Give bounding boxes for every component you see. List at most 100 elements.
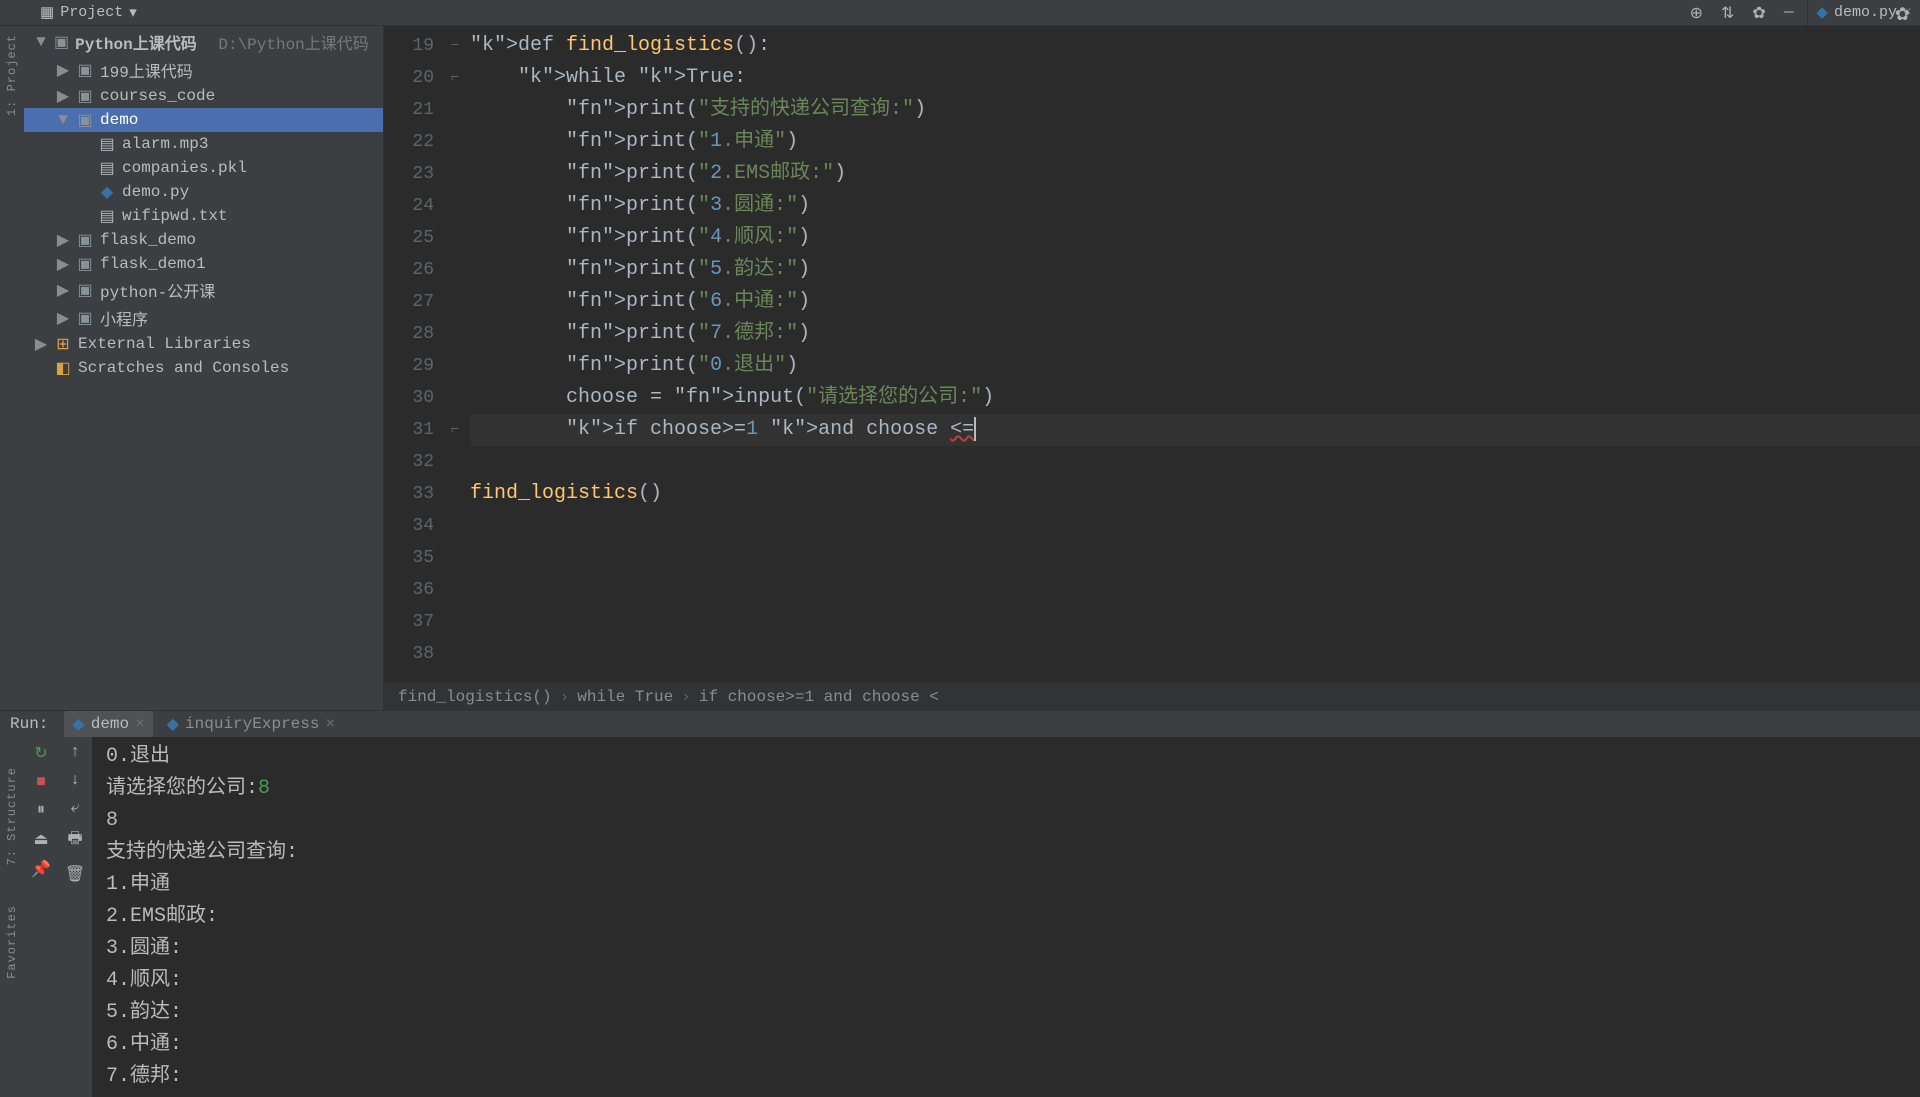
tree-item-companies.pkl[interactable]: ▤ companies.pkl [24,156,383,180]
tree-item-python-公开课[interactable]: ▶▣python-公开课 [24,276,383,304]
code-line-28[interactable]: "fn">print("7.德邦:") [470,318,1920,350]
down-icon[interactable]: ↓ [70,771,80,789]
tree-item-199上课代码[interactable]: ▶▣199上课代码 [24,56,383,84]
console-line: 6.中通: [106,1029,1906,1061]
tool-window-bar-left: 1: Project [0,26,24,710]
console-line: 7.德邦: [106,1061,1906,1093]
tree-item-小程序[interactable]: ▶▣小程序 [24,304,383,332]
side-tab-favorites[interactable]: Favorites [5,905,19,979]
file-icon: ▤ [98,158,116,178]
breadcrumb-item[interactable]: find_logistics() [398,688,552,706]
project-tree-panel: ▼ ▣ Python上课代码 D:\Python上课代码 ▶▣199上课代码▶▣… [24,26,384,710]
trash-icon[interactable]: 🗑 [65,864,85,884]
folder-icon: ▣ [76,110,94,130]
pin-icon[interactable]: 📌 [31,859,51,879]
code-line-24[interactable]: "fn">print("3.圆通:") [470,190,1920,222]
run-header: Run: ◆ demo × ◆ inquiryExpress × ✿ [0,711,1920,737]
pause-icon[interactable]: ⏸ [37,801,45,819]
code-line-22[interactable]: "fn">print("1.申通") [470,126,1920,158]
code-line-38[interactable] [470,638,1920,670]
print-icon[interactable]: 🖶 [67,827,82,854]
side-tab-project[interactable]: 1: Project [5,34,19,116]
text-caret [974,417,976,441]
tree-item-demo[interactable]: ▼▣demo [24,108,383,132]
breadcrumb-item[interactable]: while True [577,688,673,706]
close-icon[interactable]: × [325,715,335,733]
console-line: 1.申通 [106,869,1906,901]
wrap-icon[interactable]: ⤶ [71,799,80,817]
console-line: 请选择您的公司:8 [106,773,1906,805]
chevron-icon: ▶ [56,254,70,274]
folder-icon: ▣ [76,308,94,328]
python-file-icon: ◆ [167,714,179,734]
gear-icon[interactable]: ✿ [1895,4,1910,26]
tree-scratches[interactable]: ◧ Scratches and Consoles [24,356,383,380]
folder-icon: ▣ [54,32,69,52]
file-icon: ▤ [98,206,116,226]
file-icon: ▤ [98,134,116,154]
code-line-36[interactable] [470,574,1920,606]
tree-external-libs[interactable]: ▶ ⊞ External Libraries [24,332,383,356]
tree-item-alarm.mp3[interactable]: ▤alarm.mp3 [24,132,383,156]
up-icon[interactable]: ↑ [70,743,80,761]
folder-icon: ▣ [76,230,94,250]
tree-item-label: companies.pkl [122,159,247,177]
code-line-27[interactable]: "fn">print("6.中通:") [470,286,1920,318]
tree-root[interactable]: ▼ ▣ Python上课代码 D:\Python上课代码 [24,28,383,56]
console-output[interactable]: 0.退出请选择您的公司:88支持的快递公司查询:1.申通2.EMS邮政:3.圆通… [92,737,1920,1097]
code-line-23[interactable]: "fn">print("2.EMS邮政:") [470,158,1920,190]
code-line-31[interactable]: "k">if choose>=1 "k">and choose <= [470,414,1920,446]
code-line-21[interactable]: "fn">print("支持的快递公司查询:") [470,94,1920,126]
code-line-26[interactable]: "fn">print("5.韵达:") [470,254,1920,286]
tree-item-demo.py[interactable]: ◆demo.py [24,180,383,204]
code-area[interactable]: "k">def find_logistics(): "k">while "k">… [464,26,1920,710]
gear-icon[interactable]: ✿ [1752,3,1765,23]
tree-item-label: courses_code [100,87,215,105]
exit-icon[interactable]: ⏏ [33,829,48,849]
code-line-25[interactable]: "fn">print("4.顺风:") [470,222,1920,254]
run-tab-inquiry[interactable]: ◆ inquiryExpress × [159,711,343,737]
code-line-29[interactable]: "fn">print("0.退出") [470,350,1920,382]
code-line-34[interactable] [470,510,1920,542]
project-tool-button[interactable]: ▦ Project ▾ [0,3,147,22]
run-tab-demo[interactable]: ◆ demo × [64,711,152,737]
code-line-19[interactable]: "k">def find_logistics(): [470,30,1920,62]
console-line: 5.韵达: [106,997,1906,1029]
breadcrumb-item[interactable]: if choose>=1 and choose < [699,688,939,706]
settings-icon[interactable]: ⇅ [1721,3,1734,23]
console-line: 支持的快递公司查询: [106,837,1906,869]
run-controls-col2: ↑ ↓ ⤶ 🖶 🗑 [58,737,92,1097]
tree-item-flask_demo1[interactable]: ▶▣flask_demo1 [24,252,383,276]
breadcrumb-bar: find_logistics() › while True › if choos… [384,682,1920,710]
tree-item-label: 199上课代码 [100,58,193,82]
tree-item-courses_code[interactable]: ▶▣courses_code [24,84,383,108]
rerun-icon[interactable]: ↻ [34,743,47,763]
code-line-37[interactable] [470,606,1920,638]
tree-item-flask_demo[interactable]: ▶▣flask_demo [24,228,383,252]
tree-item-label: demo [100,111,138,129]
stop-icon[interactable]: ■ [36,773,46,791]
minimize-icon[interactable]: — [1784,3,1794,23]
run-tool-window: Run: ◆ demo × ◆ inquiryExpress × ✿ 7: St… [0,710,1920,1080]
project-label: Project [60,4,123,21]
run-label: Run: [10,715,48,733]
scratch-icon: ◧ [54,358,72,378]
run-controls-col1: ↻ ■ ⏸ ⏏ 📌 [24,737,58,1097]
folder-icon: ▣ [76,254,94,274]
code-line-35[interactable] [470,542,1920,574]
code-line-32[interactable] [470,446,1920,478]
chevron-icon: ▶ [56,60,70,80]
code-line-30[interactable]: choose = "fn">input("请选择您的公司:") [470,382,1920,414]
tree-item-label: demo.py [122,183,189,201]
tree-item-wifipwd.txt[interactable]: ▤wifipwd.txt [24,204,383,228]
code-editor[interactable]: 1920212223242526272829303132333435363738… [384,26,1920,710]
close-icon[interactable]: × [135,715,145,733]
console-line: 0.退出 [106,741,1906,773]
console-line: 3.圆通: [106,933,1906,965]
chevron-right-icon: ▶ [34,334,48,354]
code-line-20[interactable]: "k">while "k">True: [470,62,1920,94]
target-icon[interactable]: ⊕ [1690,3,1703,23]
chevron-icon: ▶ [56,86,70,106]
code-line-33[interactable]: find_logistics() [470,478,1920,510]
side-tab-structure[interactable]: 7: Structure [5,767,19,865]
